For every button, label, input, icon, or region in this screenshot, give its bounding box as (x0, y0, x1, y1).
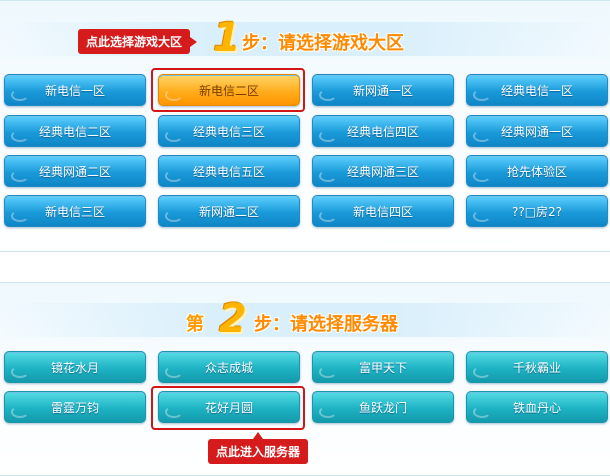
region-button[interactable]: 经典电信四区 (312, 115, 454, 147)
server-button[interactable]: 雷霆万钧 (4, 391, 146, 423)
swirl-decoration-icon (319, 406, 337, 418)
region-button[interactable]: 新网通二区 (158, 195, 300, 227)
swirl-decoration-icon (11, 89, 29, 101)
region-button[interactable]: 经典电信三区 (158, 115, 300, 147)
swirl-decoration-icon (165, 170, 183, 182)
step2-number: 2 (219, 296, 247, 342)
region-button[interactable]: 经典电信一区 (466, 74, 608, 106)
swirl-decoration-icon (473, 170, 491, 182)
swirl-decoration-icon (165, 130, 183, 142)
swirl-decoration-icon (11, 210, 29, 222)
server-button[interactable]: 富甲天下 (312, 351, 454, 383)
region-button[interactable]: 经典电信二区 (4, 115, 146, 147)
step2-title: 步：请选择服务器 (254, 314, 398, 335)
region-button[interactable]: 经典网通二区 (4, 155, 146, 187)
swirl-decoration-icon (319, 170, 337, 182)
region-button[interactable]: 新电信四区 (312, 195, 454, 227)
swirl-decoration-icon (319, 366, 337, 378)
server-button[interactable]: 铁血丹心 (466, 391, 608, 423)
swirl-decoration-icon (319, 210, 337, 222)
region-button[interactable]: 新电信一区 (4, 74, 146, 106)
enter-server-tooltip: 点此进入服务器 (208, 432, 309, 464)
swirl-decoration-icon (473, 89, 491, 101)
region-button[interactable]: 经典电信五区 (158, 155, 300, 187)
selected-region-highlight (151, 68, 305, 112)
swirl-decoration-icon (11, 170, 29, 182)
swirl-decoration-icon (11, 406, 29, 418)
step1-number: 1 (213, 15, 241, 61)
server-button[interactable]: 鱼跃龙门 (312, 391, 454, 423)
region-button[interactable]: 经典网通三区 (312, 155, 454, 187)
region-button[interactable]: ??□房2? (466, 195, 608, 227)
selected-server-highlight (151, 386, 305, 430)
swirl-decoration-icon (165, 210, 183, 222)
swirl-decoration-icon (11, 366, 29, 378)
swirl-decoration-icon (165, 366, 183, 378)
region-button[interactable]: 新网通一区 (312, 74, 454, 106)
server-button[interactable]: 千秋霸业 (466, 351, 608, 383)
swirl-decoration-icon (319, 130, 337, 142)
server-button[interactable]: 镜花水月 (4, 351, 146, 383)
select-region-tooltip: 点此选择游戏大区 (78, 29, 198, 54)
step1-title: 步：请选择游戏大区 (242, 33, 404, 54)
region-button[interactable]: 经典网通一区 (466, 115, 608, 147)
region-button[interactable]: 新电信三区 (4, 195, 146, 227)
swirl-decoration-icon (473, 406, 491, 418)
server-button[interactable]: 众志成城 (158, 351, 300, 383)
swirl-decoration-icon (473, 366, 491, 378)
swirl-decoration-icon (473, 210, 491, 222)
swirl-decoration-icon (473, 130, 491, 142)
swirl-decoration-icon (11, 130, 29, 142)
step2-prefix: 第 (186, 314, 204, 335)
region-button[interactable]: 抢先体验区 (466, 155, 608, 187)
swirl-decoration-icon (319, 89, 337, 101)
